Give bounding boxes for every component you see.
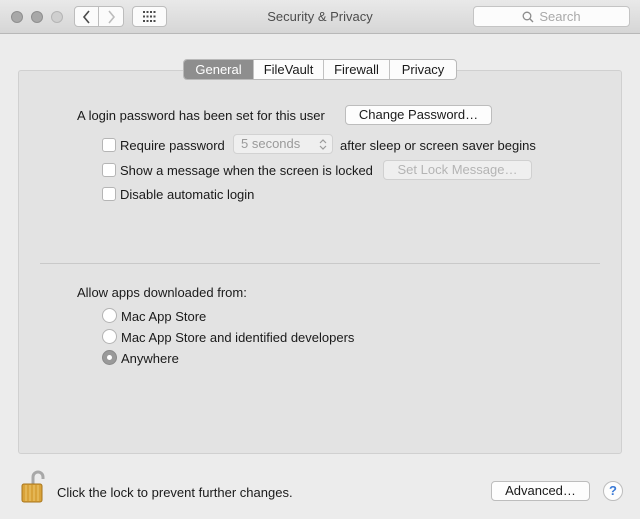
disable-auto-login-label: Disable automatic login: [120, 187, 255, 202]
change-password-button[interactable]: Change Password…: [345, 105, 492, 125]
tab-privacy[interactable]: Privacy: [389, 60, 456, 79]
section-divider: [40, 263, 600, 264]
radio-identified-developers-label: Mac App Store and identified developers: [121, 330, 355, 345]
search-icon: [522, 11, 534, 22]
tab-bar: General FileVault Firewall Privacy: [183, 59, 457, 80]
allow-apps-label: Allow apps downloaded from:: [77, 285, 247, 300]
unlocked-padlock-icon: [21, 470, 45, 503]
set-lock-message-button[interactable]: Set Lock Message…: [383, 160, 532, 180]
show-message-label: Show a message when the screen is locked: [120, 163, 373, 178]
search-field[interactable]: Search: [473, 6, 630, 27]
tab-general[interactable]: General: [184, 60, 253, 79]
disable-auto-login-checkbox[interactable]: [102, 187, 116, 201]
require-password-delay-select[interactable]: 5 seconds: [233, 134, 333, 154]
help-button[interactable]: ?: [603, 481, 623, 501]
lock-button[interactable]: [20, 470, 46, 507]
lock-status-text: Click the lock to prevent further change…: [57, 485, 293, 500]
tab-filevault[interactable]: FileVault: [253, 60, 323, 79]
radio-mac-app-store-label: Mac App Store: [121, 309, 207, 324]
require-password-checkbox[interactable]: [102, 138, 116, 152]
updown-arrows-icon: [319, 139, 327, 150]
radio-identified-developers[interactable]: [102, 329, 117, 344]
show-message-checkbox[interactable]: [102, 163, 116, 177]
advanced-button[interactable]: Advanced…: [491, 481, 590, 501]
radio-anywhere[interactable]: [102, 350, 117, 365]
general-panel: [18, 70, 622, 454]
radio-anywhere-label: Anywhere: [121, 351, 179, 366]
search-placeholder: Search: [539, 9, 581, 24]
require-password-suffix: after sleep or screen saver begins: [340, 138, 536, 153]
title-bar: Security & Privacy Search: [0, 0, 640, 34]
tab-firewall[interactable]: Firewall: [323, 60, 389, 79]
require-password-delay-value: 5 seconds: [241, 136, 301, 151]
login-password-text: A login password has been set for this u…: [77, 108, 325, 123]
radio-mac-app-store[interactable]: [102, 308, 117, 323]
require-password-label: Require password: [120, 138, 225, 153]
